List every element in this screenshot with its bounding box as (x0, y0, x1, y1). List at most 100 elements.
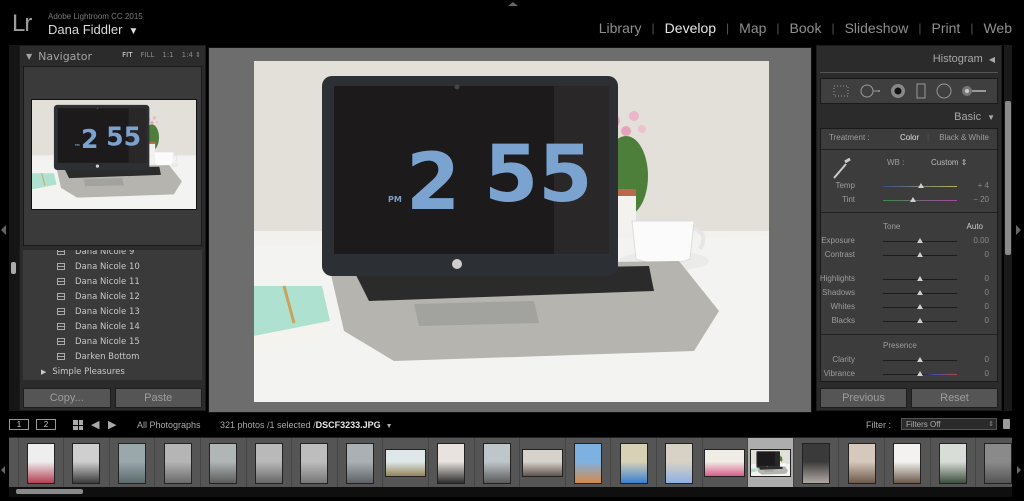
main-window-button[interactable]: 1 (9, 419, 29, 430)
wb-dropdown[interactable]: Custom ⇕ (931, 158, 968, 167)
slider-thumb[interactable] (917, 252, 923, 257)
module-slideshow[interactable]: Slideshow (845, 20, 909, 36)
filmstrip-cell[interactable] (429, 438, 475, 487)
filmstrip-thumbnail[interactable] (118, 442, 147, 484)
source-breadcrumb[interactable]: All Photographs (137, 420, 201, 430)
slider-value[interactable]: 0 (985, 355, 989, 364)
histogram-header[interactable]: Histogram ◀ (933, 53, 995, 65)
filmstrip-cell[interactable] (931, 438, 977, 487)
filmstrip-thumbnail[interactable] (72, 442, 101, 484)
copy-button[interactable]: Copy... (23, 388, 111, 408)
slider-value[interactable]: 0 (985, 274, 989, 283)
preset-item[interactable]: Dana Nicole 11 (23, 274, 202, 289)
filmstrip-cell[interactable] (110, 438, 156, 487)
filmstrip-cell[interactable] (794, 438, 840, 487)
filmstrip-thumbnail[interactable] (385, 449, 427, 477)
filmstrip-cell[interactable] (19, 438, 65, 487)
slider-track[interactable] (883, 238, 957, 243)
filmstrip-thumbnail[interactable] (437, 442, 466, 484)
filmstrip-thumbnail[interactable] (704, 449, 746, 477)
filter-lock-icon[interactable] (1003, 419, 1010, 429)
slider-track[interactable] (883, 304, 957, 309)
preset-item[interactable]: Dana Nicole 9 (23, 250, 202, 259)
filmstrip-thumbnail[interactable] (847, 442, 876, 484)
filmstrip-cell[interactable] (566, 438, 612, 487)
reset-button[interactable]: Reset (911, 388, 998, 408)
graduated-filter-icon[interactable] (915, 83, 927, 99)
left-scroll-track[interactable] (9, 45, 19, 411)
filmstrip-cell[interactable] (155, 438, 201, 487)
slider-thumb[interactable] (917, 238, 923, 243)
slider-track[interactable] (883, 318, 957, 323)
slider-track[interactable] (883, 183, 957, 188)
filmstrip-cell[interactable] (748, 438, 794, 487)
zoom-option-0[interactable]: FIT (122, 51, 132, 59)
module-develop[interactable]: Develop (665, 20, 716, 36)
filter-dropdown[interactable]: Filters Off ⇕ (901, 418, 997, 430)
slider-thumb[interactable] (917, 318, 923, 323)
radial-filter-icon[interactable] (936, 83, 952, 99)
right-scrollbar-thumb[interactable] (1005, 101, 1011, 255)
slider-track[interactable] (883, 371, 957, 376)
slider-value[interactable]: + 4 (978, 181, 989, 190)
identity-plate[interactable]: Dana Fiddler ▼ (48, 22, 138, 37)
filmstrip-cell[interactable] (611, 438, 657, 487)
filmstrip-cell[interactable] (839, 438, 885, 487)
filmstrip-thumbnail[interactable] (574, 442, 603, 484)
module-web[interactable]: Web (983, 20, 1012, 36)
filmstrip-cell[interactable] (657, 438, 703, 487)
adjustment-brush-icon[interactable] (961, 83, 987, 99)
navigator-thumbnail[interactable]: PM 2 55 (31, 99, 197, 210)
slider-value[interactable]: 0.00 (973, 236, 989, 245)
treatment-color-option[interactable]: Color (900, 133, 919, 142)
slider-thumb[interactable] (917, 276, 923, 281)
main-photo[interactable]: PM 2 55 (254, 61, 769, 402)
auto-button[interactable]: Auto (967, 222, 983, 231)
eyedropper-icon[interactable] (831, 157, 853, 181)
filmstrip-cell[interactable] (703, 438, 749, 487)
navigator-preview[interactable]: PM 2 55 (23, 66, 202, 246)
slider-track[interactable] (883, 290, 957, 295)
photo-viewer[interactable]: PM 2 55 (208, 47, 812, 413)
filmstrip-thumbnail[interactable] (749, 449, 791, 477)
top-panel-toggle-icon[interactable] (508, 2, 518, 6)
preset-folder[interactable]: ▶ Simple Pleasures (23, 364, 125, 379)
crop-overlay-icon[interactable] (832, 83, 850, 99)
filmstrip-thumbnail[interactable] (346, 442, 375, 484)
basic-header[interactable]: Basic ▼ (954, 111, 995, 123)
filmstrip-thumbnail[interactable] (209, 442, 238, 484)
right-panel-toggle-icon[interactable] (1016, 225, 1021, 235)
filmstrip-cell[interactable] (292, 438, 338, 487)
filmstrip-cell[interactable] (976, 438, 1012, 487)
previous-button[interactable]: Previous (820, 388, 907, 408)
slider-value[interactable]: 0 (985, 369, 989, 378)
module-book[interactable]: Book (790, 20, 822, 36)
left-panel-toggle-icon[interactable] (1, 225, 6, 235)
filmstrip-thumbnail[interactable] (163, 442, 192, 484)
filmstrip-cell[interactable] (64, 438, 110, 487)
filmstrip-cell[interactable] (201, 438, 247, 487)
slider-track[interactable] (883, 276, 957, 281)
preset-item[interactable]: Dana Nicole 13 (23, 304, 202, 319)
red-eye-icon[interactable] (890, 83, 906, 99)
filmstrip-thumbnail[interactable] (300, 442, 329, 484)
zoom-option-3[interactable]: 1:4 ⇕ (182, 51, 201, 59)
filmstrip-scrollbar[interactable] (9, 487, 1012, 497)
slider-value[interactable]: 0 (985, 250, 989, 259)
slider-track[interactable] (883, 357, 957, 362)
module-print[interactable]: Print (932, 20, 961, 36)
filmstrip-cell[interactable] (520, 438, 566, 487)
slider-value[interactable]: 0 (985, 288, 989, 297)
slider-track[interactable] (883, 197, 957, 202)
filmstrip-thumbnail[interactable] (521, 449, 563, 477)
preset-item[interactable]: Dana Nicole 14 (23, 319, 202, 334)
filmstrip-thumbnail[interactable] (619, 442, 648, 484)
preset-item[interactable]: Dana Nicole 10 (23, 259, 202, 274)
slider-thumb[interactable] (917, 357, 923, 362)
slider-value[interactable]: − 20 (973, 195, 989, 204)
filmstrip-cell[interactable] (247, 438, 293, 487)
preset-item[interactable]: Darken Bottom (23, 349, 202, 364)
grid-view-icon[interactable] (73, 420, 83, 430)
slider-value[interactable]: 0 (985, 302, 989, 311)
filmstrip-cell[interactable] (383, 438, 429, 487)
